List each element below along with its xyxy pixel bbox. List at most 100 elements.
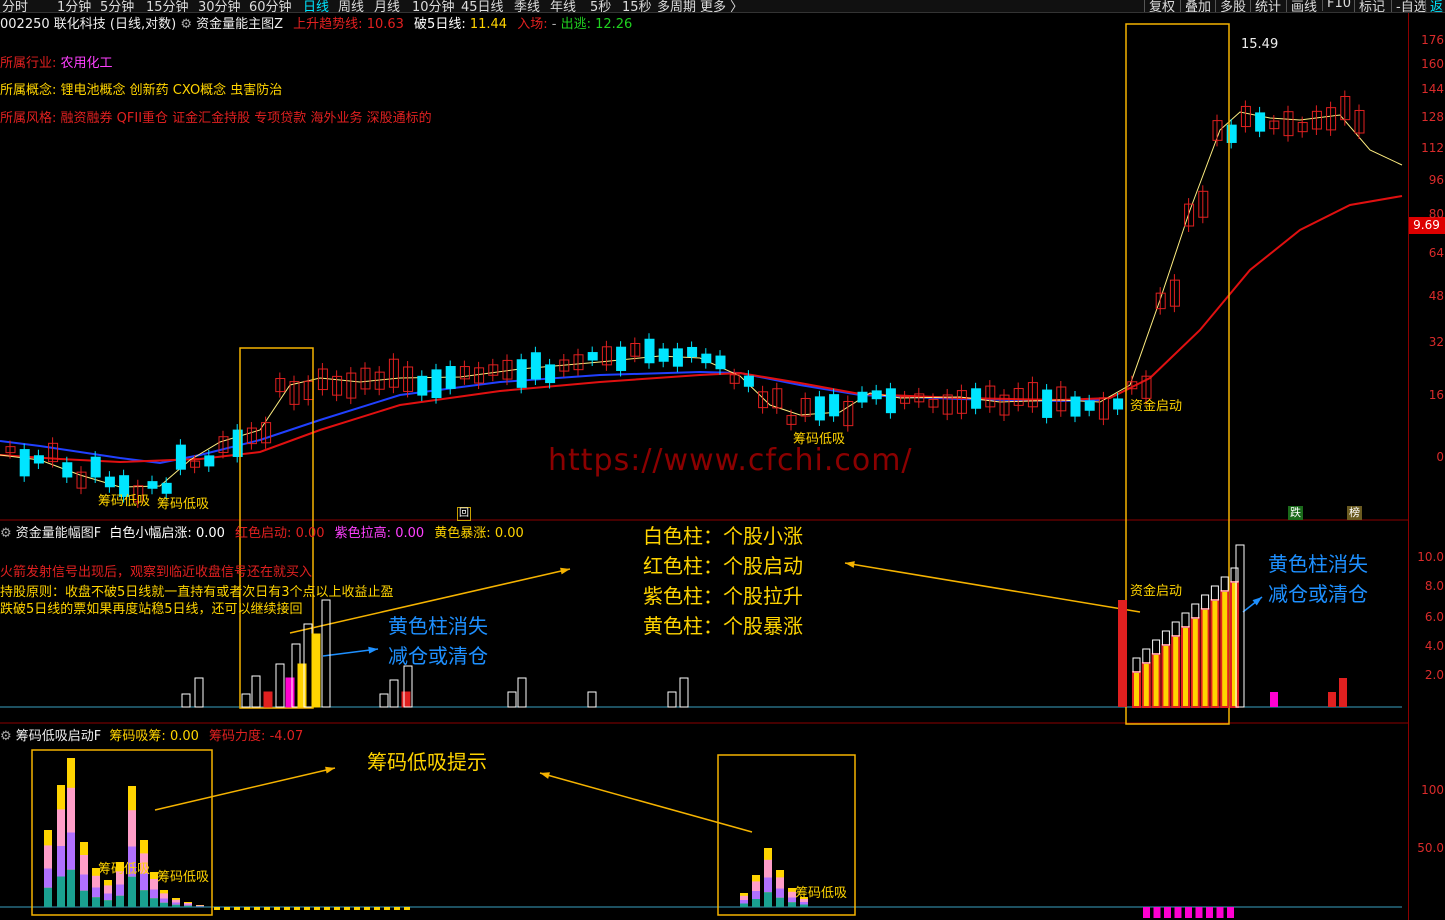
chip-bar-purple: [150, 889, 158, 899]
volume-bar-yellow: [1190, 617, 1200, 708]
bottom-panel-header: ⚙ 筹码低吸启动F 筹码吸筹: 0.00 筹码力度: -4.07: [0, 725, 303, 744]
ma-yellow-line: [0, 111, 1403, 488]
arrow: [154, 767, 336, 811]
chip-small-bar: [274, 907, 280, 910]
chip-bar-purple: [80, 874, 88, 891]
chip-neg-bar: [1227, 907, 1234, 918]
hint-right-line1: 黄色柱消失: [1268, 552, 1368, 576]
mid-tick: 10.0: [1417, 550, 1444, 564]
chip-bar-pink: [128, 810, 136, 847]
candle-body: [530, 352, 541, 380]
bottom-tick: 50.0: [1417, 841, 1444, 855]
chip-small-bar: [324, 907, 330, 910]
chip-neg-bar: [1195, 907, 1203, 918]
price-axis[interactable]: 176 160 144 128 112 96 80 64 48 32 16 0 10.0 8.0 6.0 4.…: [1408, 13, 1445, 920]
volume-bar: [379, 693, 389, 708]
bar-legend: 白色柱：个股小涨 红色柱：个股启动 紫色柱：个股拉升 黄色柱：个股暴涨: [643, 521, 803, 641]
price-tick: 128: [1421, 110, 1444, 124]
chip-bar-pink: [184, 903, 192, 905]
white-value: 0.00: [195, 526, 225, 541]
event-mark-die[interactable]: 跌: [1288, 506, 1303, 520]
chip-small-bar: [314, 907, 320, 910]
chip-small-bar: [224, 907, 230, 910]
mid-tick: 4.0: [1424, 639, 1444, 653]
chip-bar-pink: [92, 875, 100, 888]
chip-bar-teal: [740, 903, 748, 907]
chip-bar-pink: [776, 877, 784, 889]
hint-left-line2: 减仓或清仓: [388, 644, 488, 668]
chip-hint: 筹码低吸提示: [367, 750, 487, 774]
chip-bar-purple: [196, 906, 204, 907]
volume-bar-white: [1142, 648, 1151, 664]
chip-low-tag-2: 筹码低吸: [157, 497, 210, 512]
price-tick: 112: [1421, 141, 1444, 155]
chip-small-bar: [254, 907, 260, 910]
chip-small-bar: [344, 907, 350, 910]
event-mark-bang[interactable]: 榜: [1347, 506, 1362, 520]
candle-body: [33, 455, 44, 464]
volume-bar: [251, 675, 261, 708]
candle-body: [1070, 396, 1081, 417]
volume-bar: [679, 677, 689, 708]
candle-body: [104, 476, 115, 488]
chip-small-bar: [234, 907, 240, 910]
chip-small-bar: [264, 907, 270, 910]
ma-red-line: [0, 195, 1403, 464]
chip-neg-bar: [1206, 907, 1213, 918]
candle-body: [1255, 112, 1266, 132]
mid-settings-icon[interactable]: ⚙: [0, 526, 12, 541]
candle-body: [1042, 389, 1053, 418]
volume-bar-yellow: [1151, 653, 1161, 708]
candle-body: [516, 359, 527, 388]
chip-bar-teal: [196, 906, 204, 907]
volume-bar-white: [1171, 621, 1180, 637]
volume-bar: [275, 663, 285, 708]
volume-bar-yellow: [1220, 590, 1230, 708]
chip-bar-teal: [128, 876, 136, 907]
legend-red: 红色柱：个股启动: [643, 554, 803, 578]
volume-bar: [507, 691, 517, 708]
chip-small-bar: [384, 907, 390, 910]
arrow-head: [845, 561, 855, 568]
candle-body: [814, 396, 825, 421]
volume-bar: [667, 691, 677, 708]
volume-bar: [1270, 692, 1278, 707]
candle-body: [829, 394, 840, 417]
chip-bar-pink: [172, 899, 180, 903]
candle-body: [857, 391, 868, 403]
white-label: 白色小幅启涨:: [109, 526, 192, 541]
chip-bar-purple: [184, 904, 192, 906]
price-tick: 144: [1421, 82, 1444, 96]
candle-body: [232, 429, 243, 457]
note-1: 火箭发射信号出现后，观察到临近收盘信号还在就买入: [0, 565, 313, 580]
chip-bar-teal: [67, 869, 75, 907]
bottom-settings-icon[interactable]: ⚙: [0, 729, 12, 744]
event-mark-hui[interactable]: 回: [457, 507, 471, 521]
yellow-label: 黄色暴涨:: [434, 526, 491, 541]
chip-bar-purple: [764, 877, 772, 893]
chip-small-bar: [334, 907, 340, 910]
chip-bar-teal: [80, 890, 88, 907]
candle-body: [431, 369, 442, 399]
note-3: 跌破5日线的票如果再度站稳5日线，还可以继续接回: [0, 602, 303, 617]
bottom-tag-3: 筹码低吸: [795, 886, 848, 901]
chip-bar-pink: [740, 895, 748, 900]
chip-bar-purple: [752, 891, 760, 899]
legend-white: 白色柱：个股小涨: [643, 524, 803, 548]
volume-bar: [389, 679, 399, 708]
volume-bar-yellow: [1230, 581, 1239, 708]
chip-bar-teal: [116, 895, 124, 907]
chip-bar-teal: [150, 898, 158, 907]
bottom-indicator-name[interactable]: 筹码低吸启动F: [16, 729, 101, 744]
candle-body: [445, 366, 456, 389]
chip-neg-bar: [1174, 907, 1182, 918]
chip-neg-bar: [1164, 907, 1171, 918]
candle-body: [175, 444, 186, 470]
volume-bar-yellow: [1132, 671, 1141, 708]
mid-indicator-name[interactable]: 资金量能幅图F: [16, 526, 101, 541]
mid-tick: 8.0: [1424, 579, 1444, 593]
chip-bar-teal: [160, 902, 168, 907]
chip-bar-purple: [116, 884, 124, 896]
chip-bar-purple: [67, 832, 75, 870]
price-tick: 48: [1428, 289, 1444, 303]
